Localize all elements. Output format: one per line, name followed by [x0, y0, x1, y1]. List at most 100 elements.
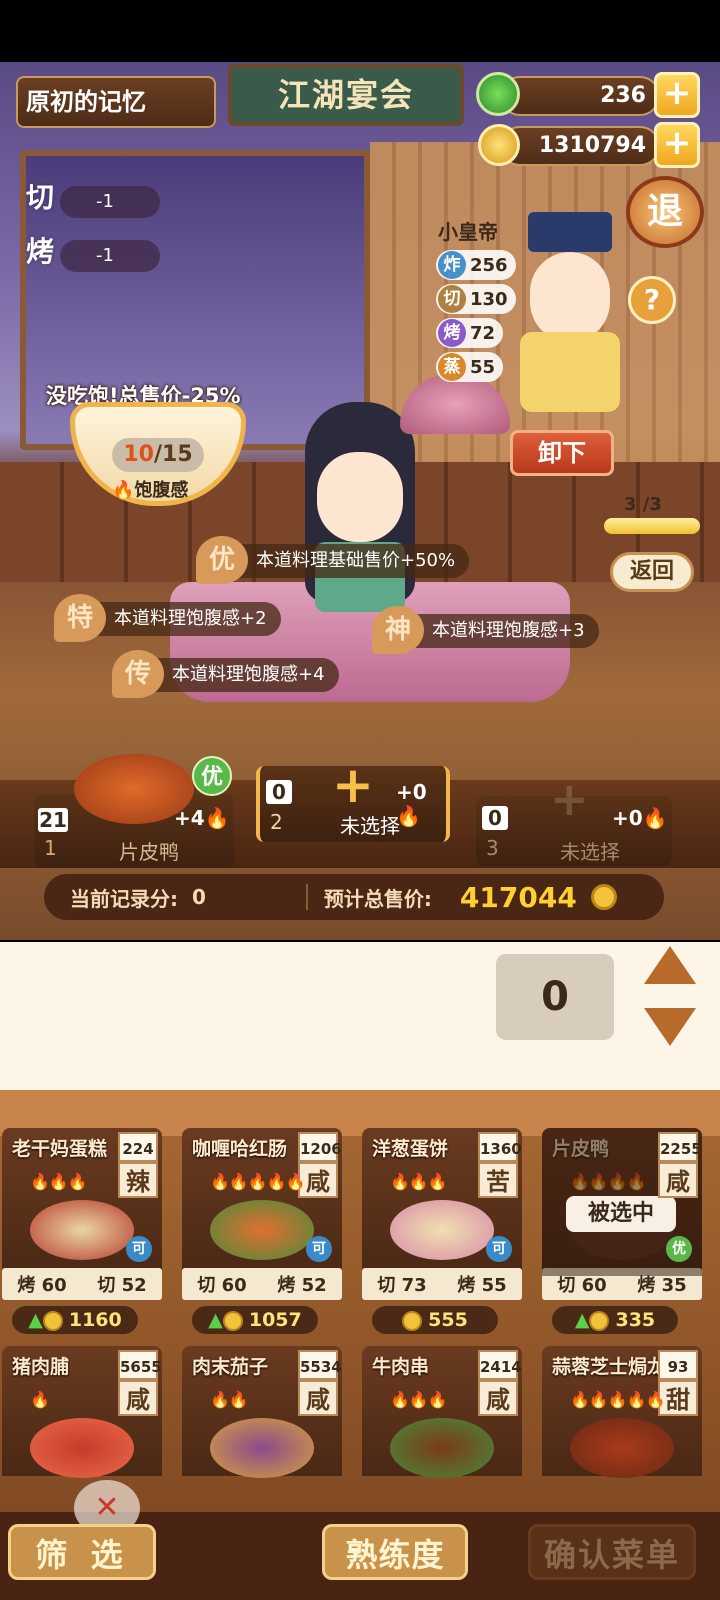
dish-name: 肉末茄子	[192, 1356, 269, 1378]
selected-label: 被选中	[566, 1196, 676, 1232]
help-button[interactable]: ?	[628, 276, 676, 324]
decrease-quantity-button[interactable]	[644, 1008, 696, 1046]
slot-count: 0	[482, 806, 508, 830]
exit-button[interactable]: 退	[626, 176, 704, 248]
effect-chuan: 传本道料理饱腹感+4	[112, 650, 339, 698]
summary-bar: 当前记录分: 0 预计总售价: 417044	[44, 874, 664, 920]
dish-taste: 咸	[118, 1380, 158, 1416]
dish-image	[570, 1418, 674, 1478]
flame-icon: 🔥	[204, 806, 230, 830]
cook-method-badge: 炸	[438, 251, 466, 279]
slot-label: 未选择	[340, 814, 400, 838]
confirm-menu-button[interactable]: 确认菜单	[528, 1524, 696, 1580]
filter-button[interactable]: 筛 选	[8, 1524, 156, 1580]
customer-stat: 切 130	[436, 284, 516, 314]
dish-taste: 辣	[118, 1162, 158, 1198]
back-button[interactable]: 返回	[610, 552, 694, 592]
dish-image	[30, 1200, 134, 1260]
flame-icons: 🔥🔥🔥🔥🔥	[570, 1390, 666, 1409]
stat-2: 烤 55	[457, 1275, 507, 1296]
slot-label: 片皮鸭	[119, 840, 179, 864]
satiety-count-pill: 10/15	[112, 438, 204, 472]
cook-method-badge: 蒸	[438, 353, 466, 381]
banner: 江湖宴会	[228, 64, 464, 126]
dish-name: 咖喱哈红肠	[192, 1138, 288, 1160]
effect-te: 特本道料理饱腹感+2	[54, 594, 281, 642]
quality-badge: 可	[126, 1236, 152, 1262]
slot-bonus: +0🔥	[612, 806, 668, 830]
unload-button[interactable]: 卸下	[510, 430, 614, 476]
menu-dish-card[interactable]: 洋葱蛋饼 1360 苦 🔥🔥🔥 切 73 烤 55 555 可	[362, 1128, 522, 1334]
level-title-box: 原初的记忆	[16, 76, 216, 128]
satiety-label: 🔥饱腹感	[112, 480, 189, 501]
selected-count: 2255	[658, 1132, 702, 1162]
add-coins-button[interactable]: +	[654, 122, 700, 168]
stat-2: 烤 52	[277, 1275, 327, 1296]
round-counter: 3 /3	[624, 494, 662, 515]
satiety-total: 15	[162, 442, 193, 467]
slot-index: 3	[486, 836, 499, 860]
dish-image	[210, 1200, 314, 1260]
coin-counter: 1310794	[500, 126, 660, 166]
dish-count: 1360	[478, 1132, 522, 1162]
stat-value: 130	[470, 288, 508, 310]
menu-dish-card[interactable]: 咖喱哈红肠 1206 咸 🔥🔥🔥🔥🔥 切 60 烤 52 ▲ 1057 可	[182, 1128, 342, 1334]
coin-icon	[402, 1310, 423, 1331]
slot-bonus: +4🔥	[174, 806, 230, 830]
coin-icon	[589, 1310, 610, 1331]
dish-slot-1[interactable]: 21 +4🔥 1 片皮鸭 优	[34, 754, 234, 868]
dish-name: 洋葱蛋饼	[372, 1138, 449, 1160]
cook-modifier: -1	[60, 186, 160, 218]
cook-method-badge: 切	[438, 285, 466, 313]
proficiency-button[interactable]: 熟练度	[322, 1524, 468, 1580]
flame-icons: 🔥🔥🔥	[30, 1172, 88, 1191]
dish-slot-2[interactable]: + 0 +0🔥 2 未选择	[256, 756, 450, 842]
round-progress-bar	[604, 518, 700, 534]
customer-name: 小皇帝	[438, 220, 498, 244]
dish-taste: 咸	[298, 1380, 338, 1416]
coin-icon	[478, 124, 520, 166]
flame-icons: 🔥🔥🔥	[390, 1172, 448, 1191]
cook-method-badge: 烤	[438, 319, 466, 347]
jade-counter: 236	[500, 76, 660, 116]
add-jade-button[interactable]: +	[654, 72, 700, 118]
satiety-current: 10	[123, 442, 154, 467]
increase-quantity-button[interactable]	[644, 946, 696, 984]
total-label: 预计总售价:	[323, 886, 432, 911]
stat-2: 切 52	[97, 1275, 147, 1296]
dish-price: 555	[372, 1306, 498, 1334]
flame-icons: 🔥🔥	[210, 1390, 249, 1409]
dish-count: 1206	[298, 1132, 342, 1162]
slot-count: 21	[38, 808, 68, 832]
flame-icon: 🔥	[112, 480, 135, 501]
dish-slot-3[interactable]: + 0 +0🔥 3 未选择	[476, 772, 672, 866]
dish-image	[390, 1200, 494, 1260]
record-value: 0	[192, 885, 206, 909]
add-dish-icon: +	[550, 772, 589, 826]
coin-icon	[590, 884, 617, 910]
dish-stats: 切 60 烤 52	[182, 1268, 342, 1300]
dish-count: 93	[658, 1350, 698, 1380]
slot-index: 1	[44, 836, 57, 860]
menu-dish-card[interactable]: 片皮鸭 2255 咸 🔥🔥🔥🔥 切 60 烤 35 ▲335 优 被选中 225…	[542, 1128, 702, 1334]
effect-tag: 神	[372, 606, 424, 654]
dish-taste: 咸	[478, 1380, 518, 1416]
quantity-display: 0	[496, 954, 614, 1040]
coin-icon	[222, 1310, 243, 1331]
quality-badge: 优	[192, 756, 232, 796]
stat-1: 切 73	[377, 1275, 427, 1296]
dish-image	[30, 1418, 134, 1478]
flame-icons: 🔥🔥🔥	[390, 1390, 448, 1409]
menu-dish-card[interactable]: 老干妈蛋糕 224 辣 🔥🔥🔥 烤 60 切 52 ▲ 1160 可	[2, 1128, 162, 1334]
stat-value: 256	[470, 254, 508, 276]
customer-character	[510, 212, 630, 412]
dish-count: 2414	[478, 1350, 522, 1380]
selected-badge: 优	[666, 1236, 692, 1262]
round-progress-fill	[604, 518, 700, 534]
coin-icon	[42, 1310, 63, 1331]
customer-stat: 炸 256	[436, 250, 516, 280]
dish-price: ▲ 335	[552, 1306, 678, 1334]
dish-name: 老干妈蛋糕	[12, 1138, 108, 1160]
dish-image	[390, 1418, 494, 1478]
stat-1: 切 60	[197, 1275, 247, 1296]
